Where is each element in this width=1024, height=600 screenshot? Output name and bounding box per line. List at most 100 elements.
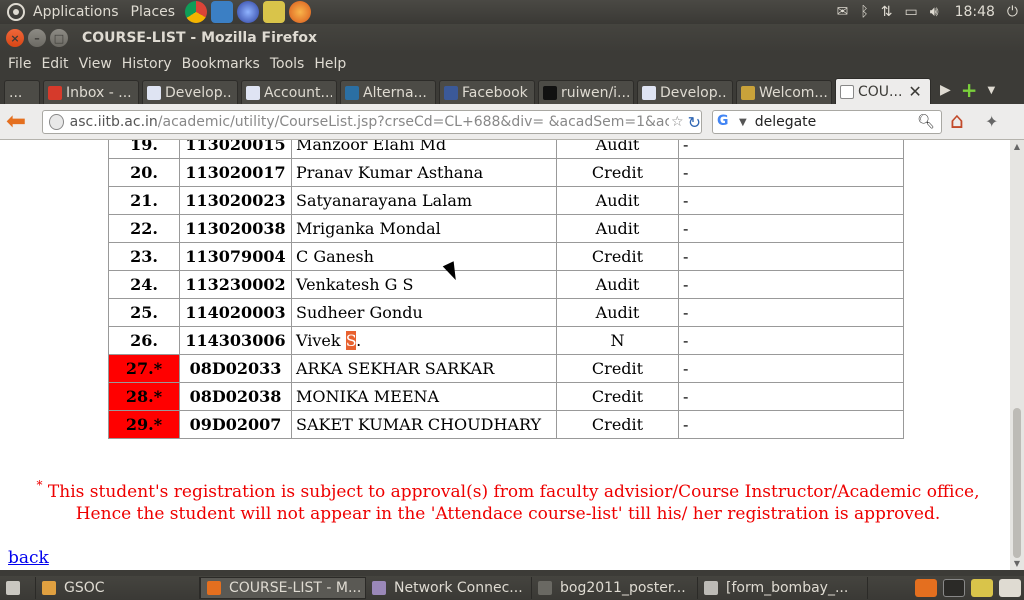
search-input[interactable]: delegate <box>755 114 918 130</box>
tab-favicon-icon <box>147 85 161 100</box>
firefox-launcher-icon[interactable] <box>289 1 312 23</box>
roll-number-cell: 113020023 <box>179 186 292 215</box>
taskbar-item[interactable]: GSOC <box>36 577 200 599</box>
browser-tab[interactable]: Develop... <box>637 80 733 104</box>
home-icon[interactable]: ⌂ <box>950 110 974 134</box>
registration-type-cell: Audit <box>556 298 679 327</box>
search-bar[interactable]: G ▼ delegate 🔍︎ <box>712 110 942 134</box>
browser-tab[interactable]: Alterna... <box>340 80 436 104</box>
chevron-down-icon[interactable]: ▼ <box>739 117 747 128</box>
scroll-up-icon[interactable]: ▲ <box>1012 142 1022 151</box>
taskbar-item[interactable]: COURSE-LIST - M... <box>200 577 366 599</box>
table-row: 23. 113079004 C Ganesh Credit - <box>108 242 904 271</box>
browser-tab[interactable]: Inbox - ... <box>43 80 139 104</box>
vertical-scrollbar[interactable]: ▲ ▼ <box>1010 140 1024 570</box>
remark-cell: - <box>678 298 904 327</box>
window-maximize-button[interactable]: □ <box>50 29 68 47</box>
b-launcher-icon[interactable] <box>211 1 234 23</box>
bookmark-star-icon[interactable]: ☆ <box>671 114 684 130</box>
volume-icon[interactable]: 🔊︎ <box>930 4 939 20</box>
tab-label: ... <box>9 84 23 101</box>
workspace-switcher-icon[interactable] <box>999 579 1021 597</box>
tab-label: Inbox - ... <box>66 84 132 101</box>
table-row: 22. 113020038 Mriganka Mondal Audit - <box>108 214 904 243</box>
google-icon[interactable]: G <box>717 113 735 131</box>
serial-number-cell: 22. <box>108 214 180 243</box>
back-arrow-icon[interactable]: ⬅ <box>6 109 32 133</box>
bottom-panel: GSOC COURSE-LIST - M... Network Connec... b… <box>0 576 1024 600</box>
firefox-tray-icon[interactable] <box>915 579 937 597</box>
browser-tab[interactable]: Facebook <box>439 80 535 104</box>
top-panel: Applications Places ✉ ᛒ ⇅ ▭ 🔊︎ 18:48 ⏻ <box>0 0 1024 24</box>
serial-number-cell: 29.* <box>108 410 180 439</box>
note-asterisk: * <box>36 478 43 492</box>
terminal-tray-icon[interactable] <box>943 579 965 597</box>
clock[interactable]: 18:48 <box>955 4 995 20</box>
browser-tab[interactable]: Develop... <box>142 80 238 104</box>
browser-tab[interactable]: ruiwen/i... <box>538 80 634 104</box>
ubuntu-logo-icon[interactable] <box>7 3 25 21</box>
taskbar-item-label: bog2011_poster... <box>560 580 686 596</box>
mail-icon[interactable]: ✉ <box>837 4 849 20</box>
remark-cell: - <box>678 214 904 243</box>
network-arrows-icon[interactable]: ⇅ <box>881 4 893 20</box>
tab-close-icon[interactable]: ✕ <box>908 82 921 101</box>
remark-cell: - <box>678 410 904 439</box>
browser-tab[interactable]: Account... <box>241 80 337 104</box>
menu-tools[interactable]: Tools <box>270 56 305 72</box>
places-menu[interactable]: Places <box>131 4 176 20</box>
scrollbar-thumb[interactable] <box>1013 408 1021 558</box>
roll-number-cell: 114303006 <box>179 326 292 355</box>
tab-scroll-right-icon[interactable]: ▶ <box>940 82 951 98</box>
chrome-launcher-icon[interactable] <box>185 1 208 23</box>
roll-number-cell: 113020017 <box>179 158 292 187</box>
url-bar[interactable]: asc.iitb.ac.in /academic/utility/CourseL… <box>42 110 702 134</box>
menu-edit[interactable]: Edit <box>41 56 68 72</box>
taskbar-item[interactable]: bog2011_poster... <box>532 577 698 599</box>
menu-help[interactable]: Help <box>314 56 346 72</box>
battery-icon[interactable]: ▭ <box>905 4 918 20</box>
taskbar-item-label: Network Connec... <box>394 580 523 596</box>
name-suffix: . <box>356 331 362 350</box>
url-path: /academic/utility/CourseList.jsp?crseCd=… <box>157 114 670 130</box>
taskbar-item[interactable] <box>0 577 36 599</box>
window-minimize-button[interactable]: – <box>28 29 46 47</box>
browser-tab[interactable]: Welcom... <box>736 80 832 104</box>
globe-launcher-icon[interactable] <box>237 1 260 23</box>
menu-file[interactable]: File <box>8 56 31 72</box>
taskbar-item[interactable]: Network Connec... <box>366 577 532 599</box>
taskbar-item[interactable]: [form_bombay_... <box>698 577 868 599</box>
student-name-cell: Satyanarayana Lalam <box>291 186 557 215</box>
cups-tray-icon[interactable] <box>971 579 993 597</box>
browser-tab[interactable]: ... <box>4 80 40 104</box>
navigation-bar: ⬅ asc.iitb.ac.in /academic/utility/Cours… <box>0 104 1024 140</box>
taskbar-item-label: GSOC <box>64 580 105 596</box>
search-icon[interactable]: 🔍︎ <box>917 114 935 130</box>
roll-number-cell: 113020038 <box>179 214 292 243</box>
addon-icon[interactable]: ✦ <box>985 112 998 131</box>
new-tab-icon[interactable]: + <box>961 78 978 102</box>
scroll-down-icon[interactable]: ▼ <box>1012 559 1022 568</box>
back-link[interactable]: back <box>8 548 49 568</box>
site-identity-icon[interactable] <box>49 114 64 130</box>
taskbar-app-icon <box>6 581 20 595</box>
reload-icon[interactable]: ↻ <box>688 113 701 132</box>
remark-cell: - <box>678 326 904 355</box>
tab-list-icon[interactable]: ▼ <box>988 85 996 96</box>
serial-number-cell: 23. <box>108 242 180 271</box>
tab-favicon-icon <box>246 85 260 100</box>
table-row: 25. 114020003 Sudheer Gondu Audit - <box>108 298 904 327</box>
registration-type-cell: Audit <box>556 140 679 159</box>
menu-view[interactable]: View <box>79 56 112 72</box>
serial-number-cell: 28.* <box>108 382 180 411</box>
browser-tab[interactable]: COU... ✕ <box>835 78 931 104</box>
window-close-button[interactable]: × <box>6 29 24 47</box>
menu-bookmarks[interactable]: Bookmarks <box>182 56 260 72</box>
registration-type-cell: Credit <box>556 354 679 383</box>
table-row: 20. 113020017 Pranav Kumar Asthana Credit - <box>108 158 904 187</box>
bluetooth-icon[interactable]: ᛒ <box>860 4 868 20</box>
menu-history[interactable]: History <box>122 56 172 72</box>
applications-menu[interactable]: Applications <box>33 4 119 20</box>
power-icon[interactable]: ⏻ <box>1007 4 1018 20</box>
cups-launcher-icon[interactable] <box>263 1 286 23</box>
